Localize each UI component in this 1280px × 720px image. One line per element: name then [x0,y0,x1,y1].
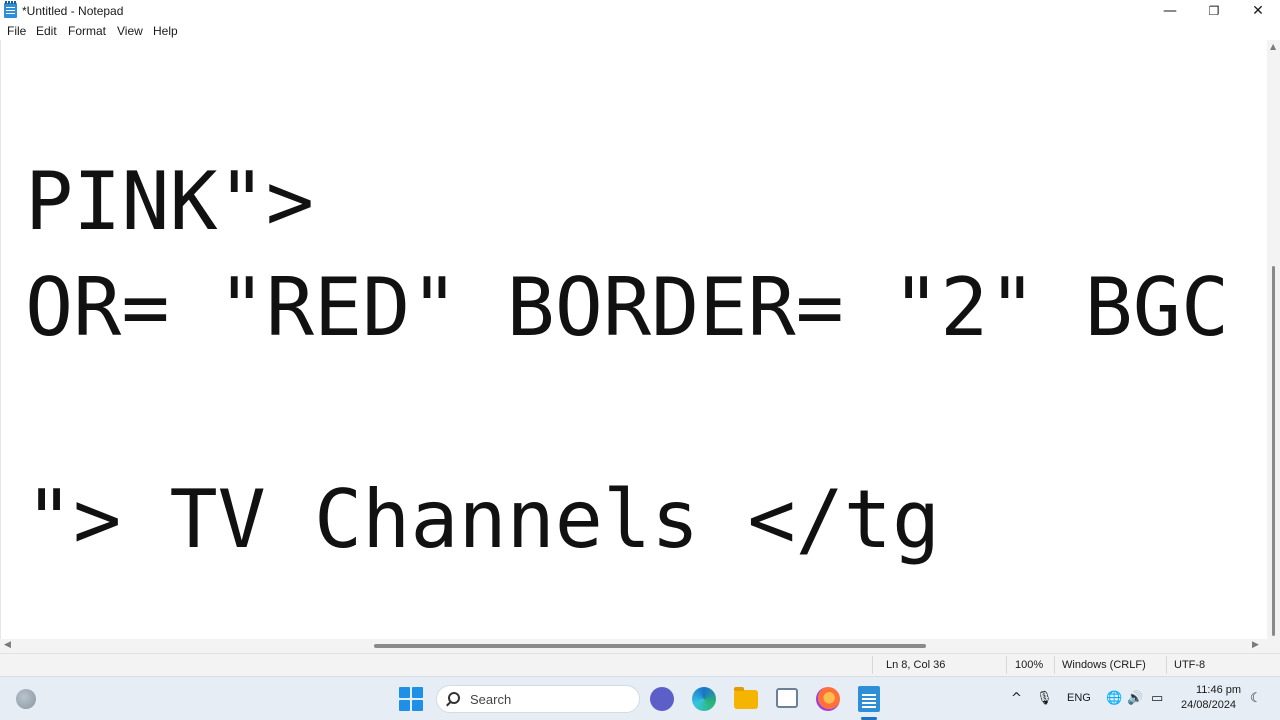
editor-line: "> TV Channels </tg [25,473,941,566]
status-cursor-position: Ln 8, Col 36 [886,659,946,671]
weather-icon[interactable] [16,689,36,709]
status-zoom: 100% [1015,659,1044,671]
taskbar: Search ^ 🎙 ENG 🌐 🔊 ▭ 11:46 pm 24/08/2024… [0,676,1280,720]
menu-view[interactable]: View [117,24,143,38]
volume-icon[interactable]: 🔊 [1127,691,1143,706]
horizontal-scroll-thumb[interactable] [374,644,926,648]
editor-line: PINK"> [25,155,314,248]
search-label: Search [470,692,512,707]
editor-line: OR= "RED" BORDER= "2" BGC [25,261,1230,354]
notepad-taskbar-icon[interactable] [858,686,880,712]
status-divider [1166,656,1167,674]
notepad-icon [4,1,17,18]
text-editor[interactable]: PINK"> OR= "RED" BORDER= "2" BGC "> TV C… [0,40,1267,639]
battery-icon[interactable]: ▭ [1151,691,1163,706]
status-encoding: UTF-8 [1174,659,1206,671]
menu-help[interactable]: Help [153,24,178,38]
search-icon [448,692,460,704]
language-indicator[interactable]: ENG [1067,692,1091,704]
status-divider [872,656,873,674]
windows-start-icon[interactable] [399,687,423,711]
chevron-up-icon[interactable]: ^ [1011,691,1022,706]
taskbar-search-box[interactable]: Search [436,685,640,713]
file-explorer-icon[interactable] [734,687,758,709]
menu-bar: File Edit Format View Help [0,22,1280,40]
clock-time[interactable]: 11:46 pm [1196,684,1241,696]
close-button[interactable]: ✕ [1236,0,1280,22]
firefox-icon[interactable] [816,687,840,711]
menu-format[interactable]: Format [68,24,106,38]
network-icon[interactable]: 🌐 [1106,691,1122,706]
status-bar: Ln 8, Col 36 100% Windows (CRLF) UTF-8 [0,653,1280,676]
window-title: *Untitled - Notepad [22,4,124,18]
vertical-scrollbar[interactable]: ▲ [1267,40,1280,639]
scroll-right-arrow-icon[interactable]: ▶ [1252,640,1259,650]
meet-icon[interactable] [650,687,674,711]
scroll-up-arrow-icon[interactable]: ▲ [1270,42,1276,51]
notification-icon[interactable]: ☾ [1250,691,1262,706]
minimize-button[interactable]: — [1148,0,1192,22]
status-divider [1054,656,1055,674]
status-divider [1006,656,1007,674]
title-bar: *Untitled - Notepad — ❐ ✕ [0,0,1280,22]
clock-date[interactable]: 24/08/2024 [1181,699,1236,711]
maximize-button[interactable]: ❐ [1192,0,1236,22]
scroll-corner [1267,639,1280,653]
edge-icon[interactable] [692,687,716,711]
vertical-scroll-thumb[interactable] [1272,266,1275,636]
status-line-endings: Windows (CRLF) [1062,659,1146,671]
snipping-tool-icon[interactable] [776,688,798,708]
menu-edit[interactable]: Edit [36,24,57,38]
scroll-left-arrow-icon[interactable]: ◀ [4,640,11,650]
horizontal-scrollbar[interactable]: ◀ ▶ [0,639,1267,653]
microphone-icon[interactable]: 🎙 [1036,691,1053,706]
menu-file[interactable]: File [7,24,26,38]
